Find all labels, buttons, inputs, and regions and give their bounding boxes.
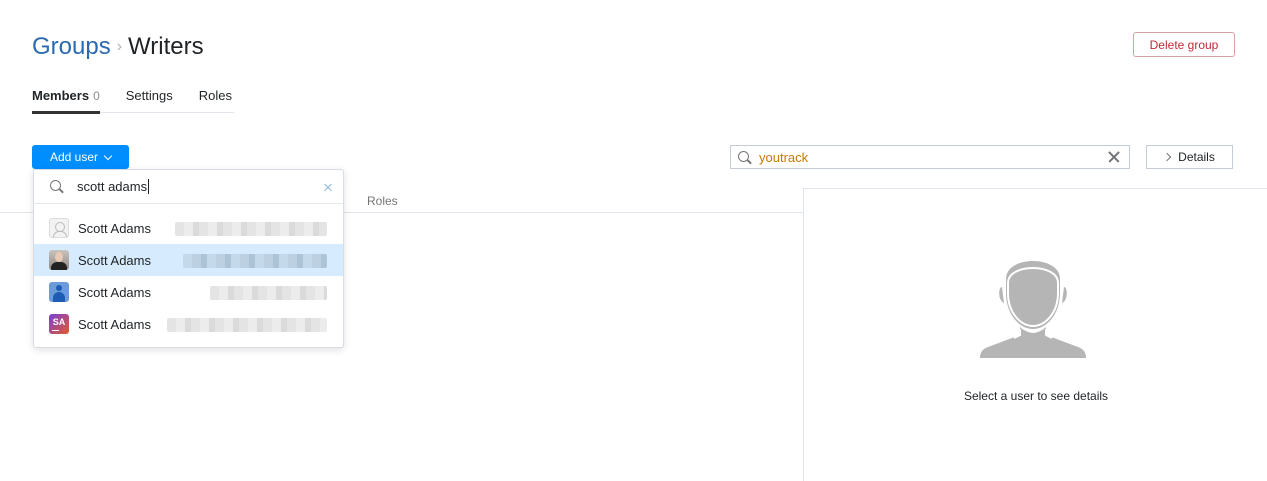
- breadcrumb-separator: ›: [116, 38, 123, 55]
- search-value: youtrack: [759, 149, 809, 165]
- column-header-roles: Roles: [367, 194, 398, 208]
- initials-avatar: SA: [49, 314, 69, 334]
- tab-bar: Members 0 Settings Roles: [32, 88, 234, 114]
- user-avatar-icon: [49, 282, 69, 302]
- clear-search-icon[interactable]: [1107, 150, 1121, 164]
- user-placeholder-icon: [980, 261, 1086, 358]
- user-option-highlighted[interactable]: Scott Adams: [34, 244, 343, 276]
- add-user-button[interactable]: Add user: [32, 145, 129, 169]
- user-option-name: Scott Adams: [78, 252, 151, 268]
- add-user-label: Add user: [49, 150, 99, 164]
- tab-members[interactable]: Members 0: [32, 88, 100, 114]
- user-option-name: Scott Adams: [78, 284, 151, 300]
- redacted-login: [210, 286, 327, 300]
- tab-members-label: Members: [32, 88, 90, 103]
- members-count: 0: [93, 89, 100, 103]
- chevron-right-icon: [1162, 152, 1172, 162]
- redacted-login: [167, 318, 327, 332]
- user-option-name: Scott Adams: [78, 316, 151, 332]
- delete-group-button[interactable]: Delete group: [1133, 32, 1235, 57]
- breadcrumb: Groups › Writers: [32, 33, 204, 61]
- details-button[interactable]: Details: [1146, 145, 1233, 169]
- user-option[interactable]: SA Scott Adams: [34, 308, 343, 340]
- details-label: Details: [1178, 150, 1215, 164]
- member-search-input[interactable]: youtrack: [730, 145, 1130, 169]
- default-avatar-icon: [49, 218, 69, 238]
- add-user-dropdown: scott adams Scott Adams Scott Adams Scot…: [33, 169, 344, 348]
- redacted-login: [183, 254, 327, 268]
- details-panel: Select a user to see details: [803, 188, 1267, 481]
- tab-roles-label: Roles: [198, 88, 232, 103]
- clear-query-icon[interactable]: [323, 183, 333, 193]
- details-empty-message: Select a user to see details: [963, 389, 1109, 403]
- tab-settings-label: Settings: [125, 88, 173, 103]
- tab-roles[interactable]: Roles: [199, 88, 232, 112]
- chevron-down-icon: [103, 151, 113, 160]
- breadcrumb-groups-link[interactable]: Groups: [32, 33, 111, 61]
- page-title: Writers: [128, 33, 204, 60]
- photo-avatar: [49, 250, 69, 270]
- user-option-name: Scott Adams: [78, 220, 151, 236]
- search-icon: [738, 150, 751, 164]
- redacted-login: [175, 222, 327, 236]
- tab-settings[interactable]: Settings: [126, 88, 173, 112]
- user-search-input[interactable]: scott adams: [77, 179, 150, 194]
- user-option[interactable]: Scott Adams: [34, 212, 343, 244]
- user-search-field[interactable]: scott adams: [34, 170, 343, 204]
- search-icon: [50, 180, 63, 193]
- user-suggestion-list: Scott Adams Scott Adams Scott Adams SA S…: [34, 212, 343, 340]
- user-option[interactable]: Scott Adams: [34, 276, 343, 308]
